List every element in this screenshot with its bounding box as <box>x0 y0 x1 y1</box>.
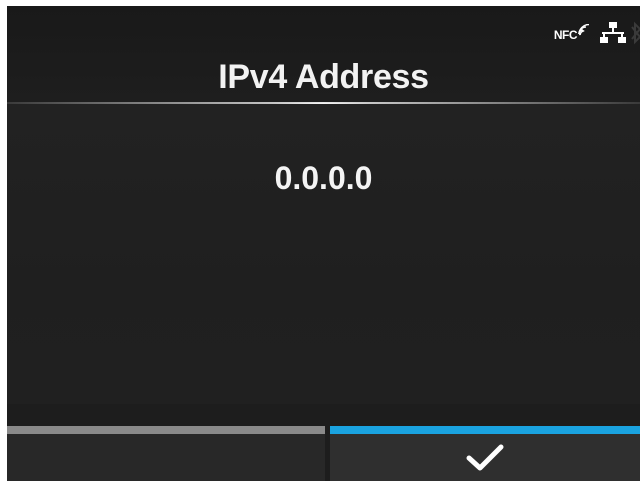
lan-icon <box>600 22 626 43</box>
nfc-label: NFC <box>553 28 578 42</box>
confirm-button[interactable] <box>330 426 640 481</box>
main-content: 0.0.0.0 <box>7 104 640 404</box>
header-bar: NFC IPv4 Address <box>7 6 640 109</box>
page-title: IPv4 Address <box>218 58 429 96</box>
nfc-indicator: NFC <box>554 24 590 42</box>
footer-bar <box>7 426 640 481</box>
back-button[interactable] <box>7 426 325 481</box>
bluetooth-icon <box>631 21 640 45</box>
checkmark-icon <box>466 444 504 470</box>
nfc-signal-icon <box>578 24 590 36</box>
status-icons: NFC <box>554 20 640 46</box>
printer-display: NFC IPv4 Address 0.0.0.0 <box>7 6 640 481</box>
ipv4-address-value: 0.0.0.0 <box>274 160 373 196</box>
